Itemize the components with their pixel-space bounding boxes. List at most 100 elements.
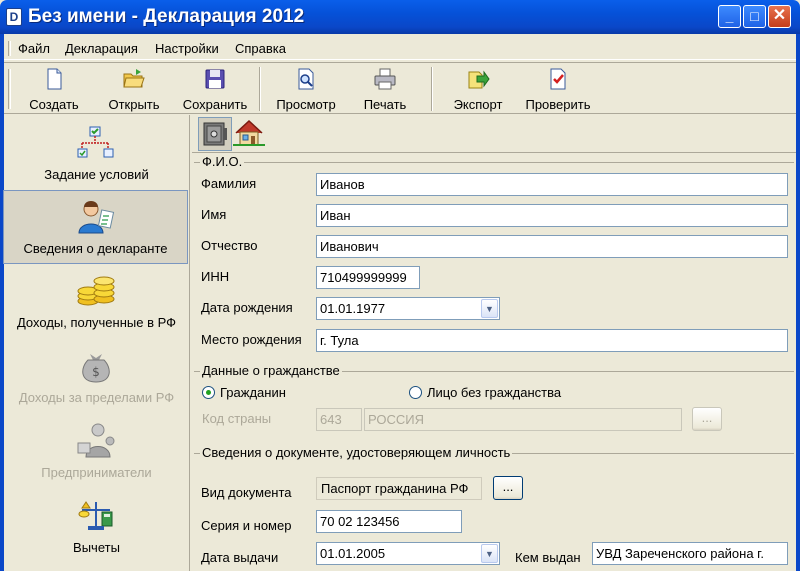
- menu-bar: Файл Декларация Настройки Справка: [4, 37, 796, 60]
- new-document-icon: [47, 68, 62, 90]
- sidebar-item-income-rf[interactable]: Доходы, полученные в РФ: [4, 265, 189, 339]
- tab-personal-data[interactable]: [198, 117, 232, 151]
- app-icon: D: [6, 8, 22, 26]
- check-label: Проверить: [525, 97, 591, 112]
- print-label: Печать: [363, 97, 407, 112]
- birthdate-value: 01.01.1977: [320, 301, 386, 316]
- sidebar-item-declarant[interactable]: Сведения о декларанте: [3, 190, 188, 264]
- patronymic-field[interactable]: [316, 235, 788, 258]
- safe-icon: [203, 122, 227, 146]
- series-label: Серия и номер: [201, 518, 292, 533]
- country-name-field[interactable]: [364, 408, 682, 431]
- entrepreneurs-icon: [77, 423, 115, 458]
- sidebar-item-label: Вычеты: [73, 540, 120, 555]
- preview-icon: [298, 68, 314, 90]
- stateless-radio[interactable]: [409, 386, 422, 399]
- window-frame-right: [796, 34, 800, 571]
- issued-by-field[interactable]: [592, 542, 788, 565]
- window-title: Без имени - Декларация 2012: [28, 6, 305, 27]
- save-label: Сохранить: [182, 97, 248, 112]
- open-folder-icon: [123, 69, 145, 88]
- patronymic-label: Отчество: [201, 238, 258, 253]
- export-icon: [468, 70, 490, 89]
- menu-declaration[interactable]: Декларация: [65, 41, 138, 56]
- country-code-field[interactable]: [316, 408, 362, 431]
- country-browse-button[interactable]: ...: [692, 407, 722, 431]
- menu-grip: [8, 41, 11, 56]
- house-icon: [233, 119, 265, 146]
- surname-field[interactable]: [316, 173, 788, 196]
- surname-label: Фамилия: [201, 176, 257, 191]
- citizenship-group: Данные о гражданстве Гражданин Лицо без …: [194, 363, 794, 446]
- maximize-button[interactable]: □: [743, 5, 766, 28]
- stateless-label: Лицо без гражданства: [427, 385, 562, 400]
- toolbar-grip: [8, 69, 11, 109]
- check-document-icon: [550, 68, 566, 90]
- citizen-label: Гражданин: [220, 385, 286, 400]
- doc-type-value: Паспорт гражданина РФ: [316, 477, 482, 500]
- svg-text:$: $: [92, 365, 100, 379]
- issue-date-picker[interactable]: 01.01.2005 ▼: [316, 542, 500, 565]
- deductions-icon: [78, 501, 113, 530]
- chevron-down-icon[interactable]: ▼: [481, 299, 498, 318]
- toolbar-separator: [431, 67, 433, 111]
- birthdate-label: Дата рождения: [201, 300, 293, 315]
- doc-type-browse-button[interactable]: ...: [493, 476, 523, 500]
- sidebar-item-label: Задание условий: [44, 167, 149, 182]
- print-button[interactable]: Печать: [354, 67, 416, 113]
- sidebar-item-income-abroad[interactable]: $ Доходы за пределами РФ: [4, 340, 189, 414]
- inn-field[interactable]: [316, 266, 420, 289]
- fio-group-title: Ф.И.О.: [200, 154, 245, 169]
- toolbar-separator: [259, 67, 261, 111]
- sidebar-item-entrepreneurs[interactable]: Предприниматели: [4, 415, 189, 489]
- sidebar-item-deductions[interactable]: Вычеты: [4, 490, 189, 564]
- birthdate-picker[interactable]: 01.01.1977 ▼: [316, 297, 500, 320]
- main-content: Ф.И.О. Фамилия Имя Отчество ИНН Дата рож…: [192, 115, 796, 571]
- conditions-icon: [77, 126, 114, 158]
- preview-button[interactable]: Просмотр: [270, 67, 342, 113]
- open-button[interactable]: Открыть: [102, 67, 166, 113]
- toolbar: Создать Открыть Сохранить Просмотр Печат…: [4, 62, 796, 114]
- coins-icon: [77, 276, 115, 306]
- tab-address[interactable]: [233, 117, 267, 151]
- declarant-icon: [78, 201, 115, 234]
- citizen-radio[interactable]: [202, 386, 215, 399]
- sidebar: Задание условий Сведения о декларанте До…: [3, 115, 190, 571]
- doc-type-label: Вид документа: [201, 485, 292, 500]
- fio-group: Ф.И.О. Фамилия Имя Отчество ИНН Дата рож…: [194, 154, 794, 358]
- check-button[interactable]: Проверить: [520, 67, 596, 113]
- name-label: Имя: [201, 207, 227, 222]
- create-label: Создать: [29, 97, 79, 112]
- inn-label: ИНН: [201, 269, 230, 284]
- name-field[interactable]: [316, 204, 788, 227]
- sidebar-item-label: Предприниматели: [41, 465, 152, 480]
- series-field[interactable]: [316, 510, 462, 533]
- close-button[interactable]: ✕: [768, 5, 791, 28]
- chevron-down-icon[interactable]: ▼: [481, 544, 498, 563]
- birthplace-label: Место рождения: [201, 332, 302, 347]
- menu-help[interactable]: Справка: [235, 41, 286, 56]
- sidebar-item-conditions[interactable]: Задание условий: [4, 117, 189, 191]
- open-label: Открыть: [108, 97, 160, 112]
- country-code-label: Код страны: [202, 411, 272, 426]
- create-button[interactable]: Создать: [24, 67, 84, 113]
- title-bar[interactable]: D Без имени - Декларация 2012 _ □ ✕: [0, 0, 800, 34]
- printer-icon: [374, 68, 396, 90]
- section-tabs: [192, 115, 796, 153]
- menu-settings[interactable]: Настройки: [155, 41, 219, 56]
- export-label: Экспорт: [453, 97, 503, 112]
- issue-date-label: Дата выдачи: [201, 550, 279, 565]
- issued-by-label: Кем выдан: [515, 550, 581, 565]
- citizenship-group-title: Данные о гражданстве: [200, 363, 342, 378]
- menu-file[interactable]: Файл: [18, 41, 50, 56]
- sidebar-item-label: Доходы за пределами РФ: [18, 390, 175, 405]
- save-floppy-icon: [205, 69, 225, 89]
- minimize-button[interactable]: _: [718, 5, 741, 28]
- sidebar-item-label: Доходы, полученные в РФ: [16, 315, 177, 330]
- save-button[interactable]: Сохранить: [178, 67, 252, 113]
- money-bag-icon: $: [82, 354, 110, 383]
- identity-group-title: Сведения о документе, удостоверяющем лич…: [200, 445, 513, 460]
- export-button[interactable]: Экспорт: [446, 67, 510, 113]
- issue-date-value: 01.01.2005: [320, 546, 386, 561]
- birthplace-field[interactable]: [316, 329, 788, 352]
